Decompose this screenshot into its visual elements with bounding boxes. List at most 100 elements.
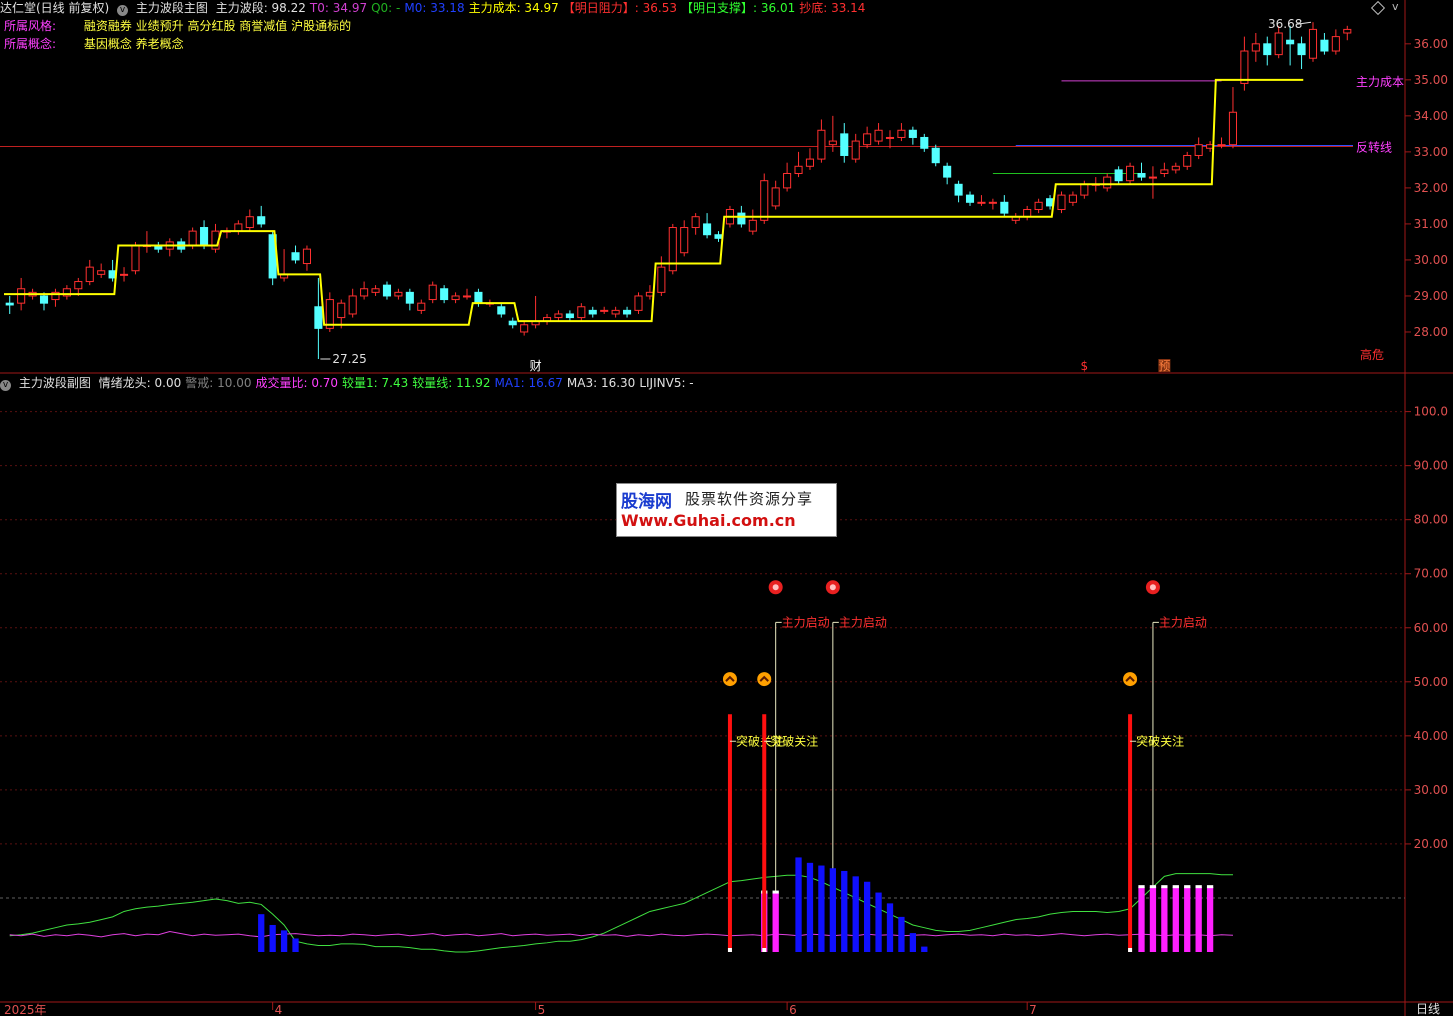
- candle-body: [257, 216, 266, 225]
- coin-icon-center: [829, 584, 836, 591]
- candle-body: [874, 129, 883, 142]
- watermark-brand: 股海网: [621, 492, 672, 512]
- start-signal-label: 主力启动: [839, 615, 887, 629]
- x-tick-label: 4: [275, 1003, 283, 1016]
- bar-cap: [1172, 885, 1179, 889]
- bar-cap: [1184, 885, 1191, 889]
- coin-icon-center: [1149, 584, 1156, 591]
- candle-body: [1343, 28, 1352, 34]
- candle-body: [1103, 176, 1112, 189]
- magenta-volume-bar: [1149, 887, 1157, 952]
- candle-body: [1297, 43, 1306, 56]
- breakout-signal-label: 突破关注: [1136, 733, 1184, 748]
- candle-body: [1000, 201, 1009, 214]
- candle-body: [623, 309, 632, 315]
- breakout-spike: [1128, 714, 1133, 952]
- risk-label: 高危: [1360, 347, 1384, 362]
- candle-body: [760, 180, 769, 221]
- candle-body: [291, 252, 300, 261]
- candle-body: [657, 266, 666, 293]
- blue-volume-bar: [829, 868, 836, 952]
- candle-body: [1228, 111, 1238, 146]
- event-marker: 财: [530, 359, 542, 373]
- y-tick-label: 28.00: [1414, 325, 1448, 339]
- candle-body: [1263, 43, 1272, 56]
- candle-body: [737, 212, 746, 225]
- candle-body: [39, 295, 49, 304]
- candle-body: [85, 266, 94, 283]
- magenta-volume-bar: [1161, 887, 1168, 952]
- spike-base: [762, 948, 767, 952]
- candle-body: [1331, 36, 1340, 52]
- candle-body: [302, 248, 311, 265]
- candle-body: [337, 302, 346, 319]
- period-label[interactable]: 日线: [1416, 1002, 1440, 1016]
- candle-body: [943, 165, 952, 178]
- bar-cap: [1206, 885, 1214, 889]
- magenta-volume-bar: [1195, 887, 1202, 952]
- candle-body: [611, 309, 620, 315]
- candle-body: [920, 136, 929, 149]
- candle-body: [348, 295, 357, 315]
- y-tick-label: 29.00: [1414, 289, 1448, 303]
- candle-body: [897, 129, 906, 138]
- blue-volume-bar: [909, 933, 917, 952]
- candle-body: [703, 223, 712, 236]
- candle-body: [1057, 194, 1066, 211]
- candle-body: [1126, 165, 1135, 182]
- candle-body: [988, 201, 997, 204]
- blue-volume-bar: [841, 870, 848, 952]
- reversal-line-label: 反转线: [1356, 139, 1392, 154]
- event-marker: $: [1081, 359, 1089, 373]
- candle-body: [1251, 43, 1260, 52]
- candle-body: [74, 281, 83, 290]
- candle-body: [840, 133, 849, 156]
- candle-body: [565, 313, 574, 319]
- candle-body: [1080, 183, 1089, 196]
- candle-body: [508, 320, 517, 326]
- blue-volume-bar: [795, 857, 802, 952]
- candle-body: [497, 306, 506, 315]
- candle-body: [680, 227, 689, 254]
- candle-body: [805, 158, 815, 167]
- candle-body: [817, 129, 826, 160]
- candle-body: [1034, 201, 1043, 211]
- blue-volume-bar: [280, 930, 288, 952]
- candle-body: [977, 201, 986, 204]
- magenta-volume-bar: [1138, 887, 1145, 952]
- candle-body: [451, 295, 460, 301]
- candle-body: [851, 140, 860, 160]
- arrow-up-icon: [757, 672, 772, 687]
- candle-body: [382, 284, 392, 297]
- y-tick-label: 90.00: [1414, 459, 1448, 473]
- candle-body: [440, 288, 449, 301]
- breakout-spike: [727, 714, 732, 952]
- bar-cap: [772, 890, 779, 894]
- arrow-up-icon: [1123, 672, 1138, 687]
- candle-body: [200, 227, 209, 247]
- blue-volume-bar: [898, 916, 905, 952]
- blue-volume-bar: [875, 892, 882, 952]
- candle-body: [1320, 39, 1329, 52]
- candle-body: [1308, 28, 1318, 59]
- candle-body: [5, 302, 14, 306]
- candle-body: [577, 306, 586, 319]
- y-tick-label: 20.00: [1414, 837, 1448, 851]
- candle-body: [417, 302, 426, 311]
- candle-body: [748, 219, 757, 232]
- candle-body: [588, 309, 597, 315]
- volume-ratio-line: [9, 873, 1233, 953]
- candle-body: [1068, 194, 1077, 203]
- blue-volume-bar: [818, 865, 825, 952]
- x-tick-label: 6: [789, 1003, 797, 1016]
- candle-body: [1194, 144, 1203, 156]
- blue-volume-bar: [863, 881, 871, 952]
- candle-body: [714, 234, 723, 239]
- candle-body: [234, 223, 243, 232]
- bar-cap: [1138, 885, 1145, 889]
- y-tick-label: 100.0: [1414, 405, 1448, 419]
- watermark-slogan: 股票软件资源分享: [685, 490, 814, 508]
- arrow-up-icon: [722, 672, 737, 687]
- candle-body: [520, 324, 529, 333]
- candle-body: [931, 147, 940, 164]
